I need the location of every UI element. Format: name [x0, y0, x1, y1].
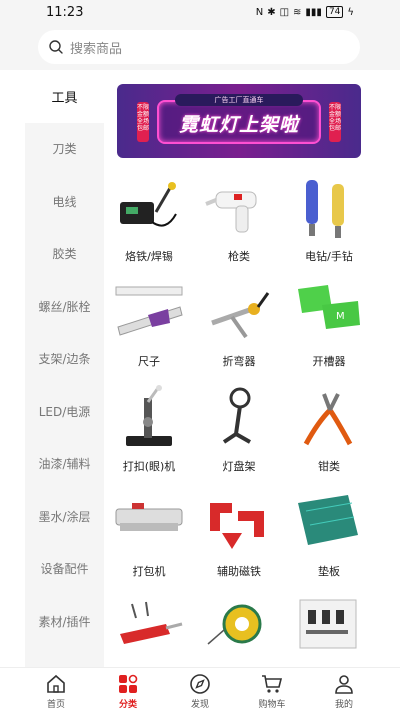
status-time: 11:23: [46, 4, 84, 20]
search-icon: [49, 40, 63, 54]
product-label: 灯盘架: [222, 460, 256, 473]
lamp-tray-stand-icon: [222, 387, 251, 444]
ruler-icon: [115, 286, 183, 336]
product-item[interactable]: 电钻/手钻: [284, 174, 374, 279]
tab-label: 分类: [118, 700, 137, 710]
banner-top-text: 广告工厂直通车: [175, 94, 303, 106]
tab-profile[interactable]: 我的: [308, 668, 380, 711]
product-panel: 广告工厂直通车 霓虹灯上架啦 不限金额全场包邮 不限金额全场包邮 烙铁/焊锡 枪…: [104, 70, 374, 667]
tab-label: 发现: [190, 700, 209, 710]
status-bar: 11:23 N ✱ ◫ ≋ ▮▮▮ 74 ϟ: [0, 0, 400, 24]
product-item[interactable]: [104, 594, 194, 667]
banner-title: 霓虹灯上架啦: [178, 114, 299, 136]
product-label: 折弯器: [222, 355, 256, 368]
sidebar-item-tools[interactable]: 工具: [25, 70, 104, 123]
product-item[interactable]: [194, 594, 284, 667]
product-item[interactable]: 尺子: [104, 279, 194, 384]
tool-kit-icon: [299, 599, 357, 649]
cart-icon: [262, 675, 283, 693]
category-sidebar: 工具 刀类 电线 胶类 螺丝/胀栓 支架/边条 LED/电源 油漆/辅料 墨水/…: [25, 70, 104, 667]
sidebar-item-led-power[interactable]: LED/电源: [25, 385, 104, 438]
sidebar-item-paint[interactable]: 油漆/辅料: [25, 438, 104, 491]
bluetooth-icon: ✱: [267, 6, 276, 18]
groover-icon: M: [298, 285, 360, 329]
magnet-icon: [210, 503, 264, 549]
chalk-line-icon: [207, 604, 262, 645]
product-label: 辅助磁铁: [217, 565, 261, 578]
sidebar-item-ink[interactable]: 墨水/涂层: [25, 490, 104, 543]
battery-icon: 74: [325, 6, 344, 18]
product-item[interactable]: M 开槽器: [284, 279, 374, 384]
cutting-mat-icon: [298, 495, 358, 545]
hot-knife-icon: [120, 601, 183, 644]
glue-gun-icon: [205, 191, 257, 233]
bottom-tab-bar: 首页 分类 发现 购物车 我的: [0, 667, 400, 711]
sidebar-item-equipment-parts[interactable]: 设备配件: [25, 543, 104, 596]
compass-icon: [190, 674, 210, 694]
status-icons: N ✱ ◫ ≋ ▮▮▮ 74 ϟ: [256, 6, 354, 18]
user-icon: [335, 675, 353, 694]
charging-icon: ϟ: [347, 6, 354, 18]
sidebar-item-brackets[interactable]: 支架/边条: [25, 333, 104, 386]
product-item[interactable]: 折弯器: [194, 279, 284, 384]
banner-tag-right: 不限金额全场包邮: [329, 102, 341, 142]
sidebar-item-materials[interactable]: 素材/插件: [25, 595, 104, 648]
svg-text:M: M: [336, 311, 345, 322]
signal-icon: ▮▮▮: [305, 6, 322, 18]
banner-tag-left: 不限金额全场包邮: [137, 102, 149, 142]
tab-label: 购物车: [258, 700, 286, 710]
product-item[interactable]: 垫板: [284, 489, 374, 594]
product-item[interactable]: [284, 594, 374, 667]
sidebar-item-screws[interactable]: 螺丝/胀栓: [25, 280, 104, 333]
search-bar: 搜索商品: [0, 24, 400, 70]
tab-label: 我的: [334, 700, 353, 710]
promo-banner[interactable]: 广告工厂直通车 霓虹灯上架啦 不限金额全场包邮 不限金额全场包邮: [117, 84, 361, 158]
product-label: 打扣(眼)机: [122, 460, 176, 473]
product-item[interactable]: 打包机: [104, 489, 194, 594]
sidebar-item-knives[interactable]: 刀类: [25, 123, 104, 176]
nfc-icon: N: [255, 6, 264, 18]
category-icon: [119, 674, 138, 693]
product-label: 开槽器: [312, 355, 346, 368]
pliers-icon: [303, 393, 353, 446]
tab-cart[interactable]: 购物车: [236, 668, 308, 711]
tab-home[interactable]: 首页: [20, 668, 92, 711]
product-label: 电钻/手钻: [305, 250, 353, 263]
packing-machine-icon: [115, 503, 183, 531]
product-label: 钳类: [318, 460, 340, 473]
product-label: 打包机: [132, 565, 166, 578]
product-label: 枪类: [228, 250, 250, 263]
vibrate-icon: ◫: [279, 6, 290, 18]
search-input[interactable]: 搜索商品: [38, 30, 360, 64]
sidebar-item-wires[interactable]: 电线: [25, 175, 104, 228]
product-label: 尺子: [138, 355, 160, 368]
product-item[interactable]: 打扣(眼)机: [104, 384, 194, 489]
sidebar-item-glue[interactable]: 胶类: [25, 228, 104, 281]
product-item[interactable]: 灯盘架: [194, 384, 284, 489]
soldering-iron-icon: [120, 182, 177, 227]
product-label: 垫板: [318, 565, 340, 578]
product-item[interactable]: 钳类: [284, 384, 374, 489]
wifi-icon: ≋: [293, 6, 302, 18]
product-item[interactable]: 烙铁/焊锡: [104, 174, 194, 279]
search-placeholder: 搜索商品: [70, 41, 123, 57]
drill-icon: [306, 180, 344, 238]
home-icon: [47, 674, 65, 693]
product-item[interactable]: 辅助磁铁: [194, 489, 284, 594]
tab-label: 首页: [46, 700, 65, 710]
tab-category[interactable]: 分类: [92, 668, 164, 711]
product-label: 烙铁/焊锡: [125, 250, 173, 263]
eyelet-machine-icon: [126, 385, 172, 446]
bender-icon: [211, 292, 270, 339]
product-item[interactable]: 枪类: [194, 174, 284, 279]
tab-discover[interactable]: 发现: [164, 668, 236, 711]
